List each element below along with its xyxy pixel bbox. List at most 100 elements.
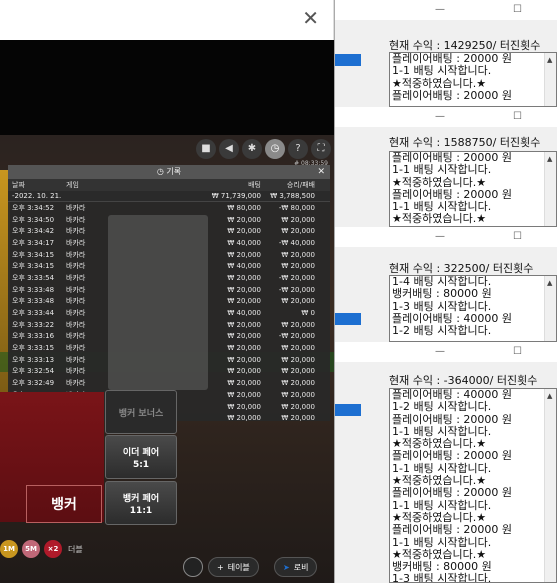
log-box[interactable]: 1-4 배팅 시작합니다. 뱅커배팅 : 80000 원 1-3 배팅 시작합니… <box>389 275 557 342</box>
scrollbar[interactable]: ▲ <box>544 276 556 341</box>
row-bet: ₩ 20,000 <box>227 402 261 411</box>
bot-window-2: — ☐ 현재 수익 : 1588750/ 터진횟수 플레이어배팅 : 20000… <box>334 107 557 227</box>
bot-window-4: — ☐ 현재 수익 : -364000/ 터진횟수 플레이어배팅 : 40000… <box>334 342 557 583</box>
scroll-up-icon[interactable]: ▲ <box>547 390 552 402</box>
row-time: 오후 3:33:48 <box>12 297 55 306</box>
table-button[interactable]: + 테이블 <box>208 557 259 577</box>
history-row[interactable]: 오후 3:34:52 바카라 ₩ 80,000 -₩ 80,000 <box>8 202 330 214</box>
row-result: ₩ 20,000 <box>281 262 315 271</box>
row-bet: ₩ 20,000 <box>227 250 261 259</box>
history-title: 기록 <box>166 167 182 176</box>
lobby-button[interactable]: ➤ 로비 <box>274 557 318 577</box>
close-icon[interactable]: ✕ <box>302 6 319 30</box>
row-bet: ₩ 20,000 <box>227 414 261 423</box>
history-icon[interactable]: ◷ <box>265 139 285 159</box>
row-result: ₩ 20,000 <box>281 379 315 388</box>
log-line: 뱅커배팅 : 80000 원 <box>392 287 492 301</box>
row-time: 오후 3:33:54 <box>12 273 55 282</box>
plus-icon: + <box>217 562 224 572</box>
banker-bet-label[interactable]: 뱅커 <box>26 485 102 523</box>
double-button[interactable]: ×2 <box>44 540 62 558</box>
scroll-up-icon[interactable]: ▲ <box>547 277 552 289</box>
row-time: 오후 3:34:15 <box>12 262 55 271</box>
row-bet: ₩ 20,000 <box>227 367 261 376</box>
log-box[interactable]: 플레이어배팅 : 20000 원 1-1 배팅 시작합니다. ★적중하였습니다.… <box>389 52 557 107</box>
log-line: 1-2 배팅 시작합니다. <box>392 400 492 414</box>
scrollbar[interactable]: ▲ <box>544 152 556 226</box>
history-date-row[interactable]: -2022. 10. 21. ₩ 71,739,000 ₩ 3,788,500 <box>8 191 330 202</box>
scroll-up-icon[interactable]: ▲ <box>547 153 552 165</box>
gear-icon[interactable]: ✱ <box>242 139 262 159</box>
row-time: 오후 3:33:44 <box>12 309 55 318</box>
row-bet: ₩ 20,000 <box>227 227 261 236</box>
row-time: 오후 3:33:13 <box>12 355 55 364</box>
profit-label: 현재 수익 : 1588750/ 터진횟수 <box>389 136 541 149</box>
row-result: ₩ 20,000 <box>281 320 315 329</box>
header-game: 게임 <box>66 181 79 189</box>
date-total-result: ₩ 3,788,500 <box>270 192 315 200</box>
minimize-icon[interactable]: — <box>435 4 445 15</box>
row-game: 바카라 <box>66 262 86 271</box>
history-header: 날짜 게임 배팅 승리/패배 <box>8 179 330 191</box>
camera-icon[interactable]: ■ <box>196 139 216 159</box>
scrollbar[interactable]: ▲ <box>544 53 556 106</box>
chat-button[interactable] <box>183 557 203 577</box>
banker-pair-odds: 11:1 <box>129 505 153 516</box>
banker-bonus-button[interactable]: 뱅커 보너스 <box>105 390 177 434</box>
scrollbar[interactable]: ▲ <box>544 389 556 582</box>
header-bet: 배팅 <box>248 181 261 189</box>
log-line: 플레이어배팅 : 20000 원 <box>392 523 513 537</box>
row-bet: ₩ 20,000 <box>227 320 261 329</box>
bot-window-3: — ☐ 현재 수익 : 322500/ 터진횟수 1-4 배팅 시작합니다. 뱅… <box>334 227 557 342</box>
log-box[interactable]: 플레이어배팅 : 20000 원 1-1 배팅 시작합니다. ★적중하였습니다.… <box>389 151 557 227</box>
banker-pair-label: 뱅커 페어 <box>122 493 160 504</box>
row-game: 바카라 <box>66 309 86 318</box>
row-bet: ₩ 20,000 <box>227 297 261 306</box>
row-result: ₩ 0 <box>301 309 315 318</box>
profit-label: 현재 수익 : -364000/ 터진횟수 <box>389 374 538 387</box>
date-total-bet: ₩ 71,739,000 <box>211 192 261 200</box>
log-box[interactable]: 플레이어배팅 : 40000 원 1-2 배팅 시작합니다. 플레이어배팅 : … <box>389 388 557 583</box>
row-time: 오후 3:32:49 <box>12 379 55 388</box>
list-selection[interactable] <box>335 54 361 66</box>
maximize-icon[interactable]: ☐ <box>513 346 522 357</box>
list-selection[interactable] <box>335 313 361 325</box>
lobby-button-label: 로비 <box>293 562 309 572</box>
row-time: 오후 3:33:16 <box>12 332 55 341</box>
row-result: -₩ 40,000 <box>278 238 315 247</box>
minimize-icon[interactable]: — <box>435 231 445 242</box>
row-result: ₩ 20,000 <box>281 390 315 399</box>
maximize-icon[interactable]: ☐ <box>513 231 522 242</box>
banker-pair-button[interactable]: 뱅커 페어 11:1 <box>105 481 177 525</box>
volume-icon[interactable]: ◀ <box>219 139 239 159</box>
row-time: 오후 3:34:50 <box>12 215 55 224</box>
row-game: 바카라 <box>66 379 86 388</box>
row-result: ₩ 20,000 <box>281 250 315 259</box>
maximize-icon[interactable]: ☐ <box>513 4 522 15</box>
log-line: 플레이어배팅 : 20000 원 <box>392 449 513 463</box>
browser-topbar: ✕ <box>0 0 334 40</box>
chip-5m[interactable]: 5M <box>22 540 40 558</box>
scroll-up-icon[interactable]: ▲ <box>547 54 552 66</box>
either-pair-button[interactable]: 이더 페어 5:1 <box>105 435 177 479</box>
log-line: 플레이어배팅 : 20000 원 <box>392 88 513 102</box>
minimize-icon[interactable]: — <box>435 346 445 357</box>
row-result: ₩ 20,000 <box>281 344 315 353</box>
row-bet: ₩ 20,000 <box>227 332 261 341</box>
table-button-label: 테이블 <box>227 562 250 572</box>
header-date: 날짜 <box>12 181 25 189</box>
row-result: ₩ 20,000 <box>281 402 315 411</box>
row-time: 오후 3:34:52 <box>12 203 55 212</box>
chip-tray: 1M 5M ×2 더블 <box>0 540 83 558</box>
list-selection[interactable] <box>335 404 361 416</box>
blurred-region <box>108 215 208 390</box>
fullscreen-icon[interactable]: ⛶ <box>311 139 331 159</box>
log-line: 1-2 배팅 시작합니다. <box>392 324 492 338</box>
history-close-icon[interactable]: ✕ <box>317 165 325 179</box>
help-icon[interactable]: ? <box>288 139 308 159</box>
maximize-icon[interactable]: ☐ <box>513 111 522 122</box>
minimize-icon[interactable]: — <box>435 111 445 122</box>
row-result: ₩ 20,000 <box>281 367 315 376</box>
row-game: 바카라 <box>66 285 86 294</box>
chip-1m[interactable]: 1M <box>0 540 18 558</box>
